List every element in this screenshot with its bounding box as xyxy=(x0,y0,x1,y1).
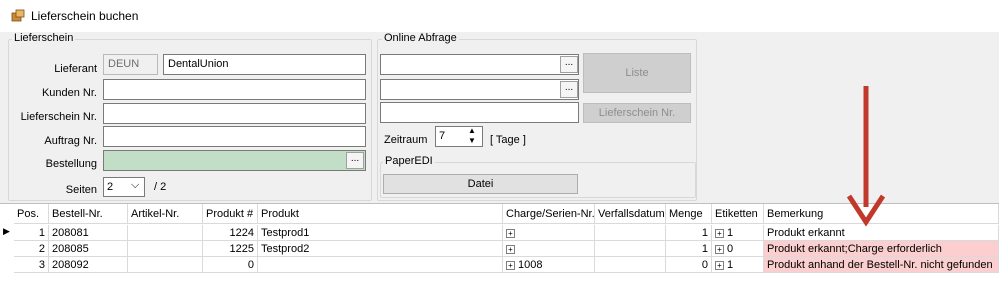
cell-artikel-nr[interactable] xyxy=(128,241,203,257)
lieferant-label: Lieferant xyxy=(54,63,97,75)
window-title: Lieferschein buchen xyxy=(31,9,139,23)
cell-produkt-nr[interactable]: 1225 xyxy=(203,241,258,257)
delivery-box-icon xyxy=(11,9,25,22)
online-abfrage-legend: Online Abfrage xyxy=(382,32,459,44)
column-header-menge[interactable]: Menge xyxy=(666,204,712,224)
cell-bestell-nr[interactable]: 208081 xyxy=(49,225,128,241)
cell-bestell-nr[interactable]: 208092 xyxy=(49,257,128,273)
cell-charge[interactable]: + xyxy=(503,225,595,241)
expand-plus-icon[interactable]: + xyxy=(506,228,515,238)
seiten-label: Seiten xyxy=(65,184,97,196)
paperedi-legend: PaperEDI xyxy=(383,155,435,167)
cell-produkt[interactable]: Testprod2 xyxy=(258,241,503,257)
expand-plus-icon[interactable]: + xyxy=(715,244,724,254)
zeitraum-label: Zeitraum xyxy=(384,134,428,146)
cell-charge[interactable]: + xyxy=(503,241,595,257)
cell-menge[interactable]: 0 xyxy=(666,257,712,273)
cell-artikel-nr[interactable] xyxy=(128,225,203,241)
seiten-total: / 2 xyxy=(154,181,167,193)
seiten-select[interactable]: 2 ⌵ xyxy=(103,177,145,197)
expand-plus-icon[interactable]: + xyxy=(715,260,724,270)
annotation-arrow-icon xyxy=(846,86,886,227)
liste-button[interactable]: Liste xyxy=(583,53,691,93)
column-header-produkt[interactable]: Produkt xyxy=(258,204,503,224)
expand-plus-icon[interactable]: + xyxy=(506,244,515,254)
cell-pos[interactable]: 1 xyxy=(14,225,49,241)
spinner-up-icon[interactable]: ▲ xyxy=(468,126,476,135)
column-header-verfallsdatum[interactable]: Verfallsdatum xyxy=(595,204,666,224)
lieferant-name-field[interactable]: DentalUnion xyxy=(163,54,366,75)
column-header-pos[interactable]: Pos. xyxy=(14,204,49,224)
cell-menge[interactable]: 1 xyxy=(666,241,712,257)
auftrag-nr-field[interactable] xyxy=(103,126,366,147)
kunden-nr-field[interactable] xyxy=(103,79,366,100)
title-bar: Lieferschein buchen xyxy=(0,0,999,32)
column-header-charge[interactable]: Charge/Serien-Nr. xyxy=(503,204,595,224)
cell-produkt[interactable] xyxy=(258,257,503,273)
column-header-artikel-nr[interactable]: Artikel-Nr. xyxy=(128,204,203,224)
cell-artikel-nr[interactable] xyxy=(128,257,203,273)
cell-produkt[interactable]: Testprod1 xyxy=(258,225,503,241)
cell-produkt-nr[interactable]: 0 xyxy=(203,257,258,273)
cell-value: 0 xyxy=(727,243,734,255)
cell-value: 1008 xyxy=(518,259,543,271)
lieferschein-nr-field[interactable] xyxy=(103,103,366,124)
cell-bemerkung[interactable]: Produkt anhand der Bestell-Nr. nicht gef… xyxy=(764,257,999,273)
datei-button[interactable]: Datei xyxy=(383,174,578,194)
cell-verfallsdatum[interactable] xyxy=(595,241,666,257)
lieferschein-legend: Lieferschein xyxy=(12,32,76,44)
online-field-1-ellipsis-button[interactable]: ... xyxy=(560,56,578,73)
spinner-down-icon[interactable]: ▼ xyxy=(468,136,476,145)
online-field-2[interactable] xyxy=(380,79,579,100)
cell-verfallsdatum[interactable] xyxy=(595,257,666,273)
column-header-etiketten[interactable]: Etiketten xyxy=(712,204,764,224)
cell-produkt-nr[interactable]: 1224 xyxy=(203,225,258,241)
cell-etiketten[interactable]: +1 xyxy=(712,225,764,241)
online-field-2-ellipsis-button[interactable]: ... xyxy=(560,81,578,98)
cell-etiketten[interactable]: +1 xyxy=(712,257,764,273)
bestellung-ellipsis-button[interactable]: ... xyxy=(346,152,364,169)
online-field-1[interactable] xyxy=(380,54,579,75)
cell-menge[interactable]: 1 xyxy=(666,225,712,241)
online-field-3[interactable] xyxy=(380,102,579,123)
kunden-nr-label: Kunden Nr. xyxy=(41,87,97,99)
zeitraum-value: 7 xyxy=(439,130,446,142)
column-header-produkt-nr[interactable]: Produkt # xyxy=(203,204,258,224)
zeitraum-spinner[interactable]: 7 ▲ ▼ xyxy=(435,126,483,147)
cell-bestell-nr[interactable]: 208085 xyxy=(49,241,128,257)
cell-verfallsdatum[interactable] xyxy=(595,225,666,241)
current-row-indicator-icon: ▶ xyxy=(3,226,10,236)
expand-plus-icon[interactable]: + xyxy=(715,228,724,238)
cell-etiketten[interactable]: +0 xyxy=(712,241,764,257)
bestellung-label: Bestellung xyxy=(45,158,97,170)
zeitraum-unit: [ Tage ] xyxy=(490,134,526,146)
cell-value: 1 xyxy=(727,227,734,239)
lieferant-code-field[interactable]: DEUN xyxy=(103,54,158,75)
auftrag-nr-label: Auftrag Nr. xyxy=(44,135,97,147)
chevron-down-icon: ⌵ xyxy=(131,179,140,191)
seiten-select-value: 2 xyxy=(107,181,114,193)
lieferschein-nr-button[interactable]: Lieferschein Nr. xyxy=(583,103,691,123)
cell-value: 1 xyxy=(727,259,734,271)
cell-bemerkung[interactable]: Produkt erkannt;Charge erforderlich xyxy=(764,241,999,257)
lieferschein-nr-label: Lieferschein Nr. xyxy=(20,111,97,123)
cell-charge[interactable]: +1008 xyxy=(503,257,595,273)
column-header-bestell-nr[interactable]: Bestell-Nr. xyxy=(49,204,128,224)
cell-pos[interactable]: 2 xyxy=(14,241,49,257)
bestellung-field[interactable] xyxy=(103,150,366,171)
expand-plus-icon[interactable]: + xyxy=(506,260,515,270)
cell-pos[interactable]: 3 xyxy=(14,257,49,273)
